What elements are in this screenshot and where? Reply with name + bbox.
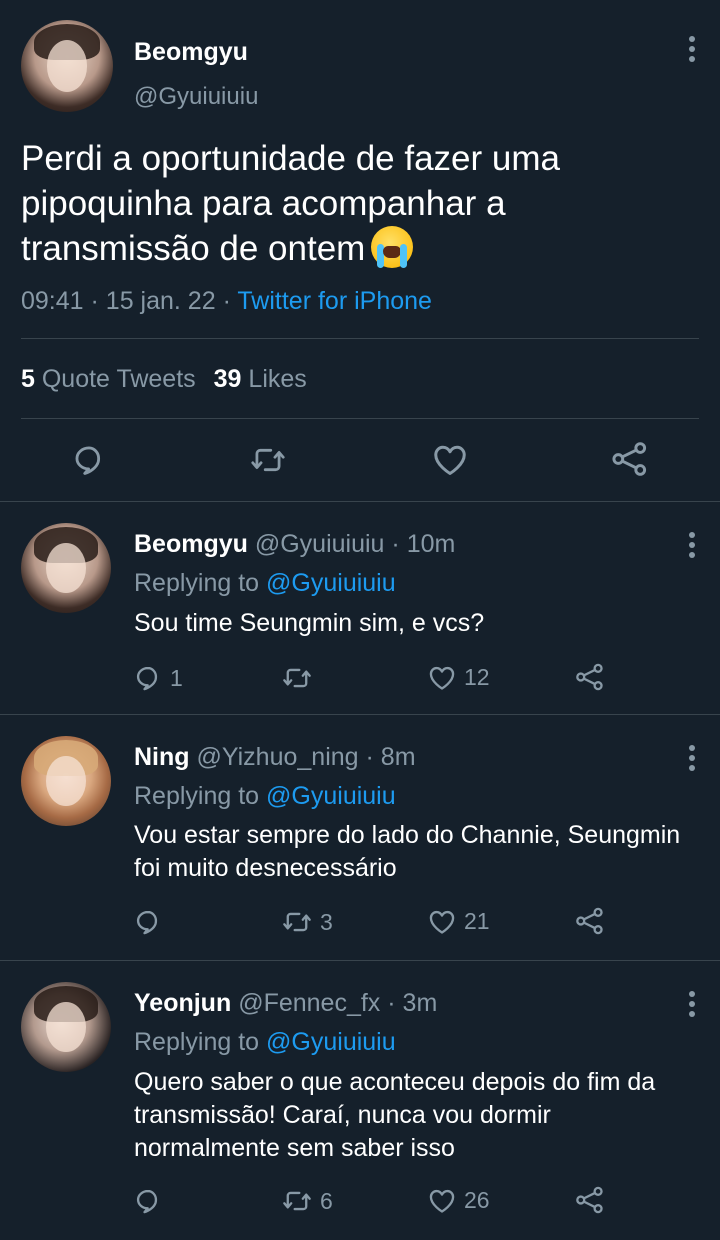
more-options-icon[interactable]	[689, 36, 695, 66]
reply-tweet[interactable]: Yeonjun @Fennec_fx · 3m Replying to @Gyu…	[0, 961, 720, 1240]
retweet-icon	[283, 668, 311, 688]
reply-text: Sou time Seungmin sim, e vcs?	[134, 609, 485, 637]
avatar-face	[46, 755, 86, 807]
user-handle[interactable]: @Gyuiuiuiu	[134, 83, 258, 111]
likes-count: 39	[213, 365, 242, 393]
retweet-action[interactable]: 3	[282, 908, 333, 936]
like-heart-icon	[429, 1189, 455, 1213]
user-handle[interactable]: @Gyuiuiuiu	[255, 530, 385, 558]
share-action[interactable]	[575, 662, 605, 692]
replying-to-label: Replying to	[134, 1028, 260, 1056]
like-action[interactable]: 21	[428, 908, 490, 935]
tweet-time: 09:41	[21, 287, 84, 315]
share-icon[interactable]	[611, 441, 649, 477]
reply-header: Beomgyu @Gyuiuiuiu · 10m	[134, 530, 455, 559]
reply-time: · 10m	[391, 530, 456, 558]
avatar-face	[46, 542, 86, 594]
divider	[21, 338, 699, 339]
meta-separator: ·	[222, 287, 231, 315]
reply-count: 1	[170, 664, 183, 691]
reply-text: Vou estar sempre do lado do Channie, Seu…	[134, 821, 681, 882]
more-options-icon[interactable]	[689, 991, 695, 1021]
reply-tweet[interactable]: Beomgyu @Gyuiuiuiu · 10m Replying to @Gy…	[0, 502, 720, 715]
tweet-source-link[interactable]: Twitter for iPhone	[237, 287, 432, 315]
share-icon	[576, 907, 603, 935]
like-count: 12	[464, 664, 490, 690]
reply-time: · 8m	[365, 743, 416, 771]
like-heart-icon	[429, 666, 455, 690]
replying-to-handle[interactable]: @Gyuiuiuiu	[266, 782, 396, 810]
retweet-action[interactable]: 6	[282, 1187, 333, 1215]
share-action[interactable]	[575, 1185, 605, 1215]
replying-to: Replying to @Gyuiuiuiu	[134, 782, 396, 811]
tweet-body: Perdi a oportunidade de fazer uma pipoqu…	[21, 139, 560, 268]
avatar-face	[46, 40, 88, 92]
retweet-action[interactable]	[282, 664, 320, 692]
more-options-icon[interactable]	[689, 745, 695, 775]
user-handle[interactable]: @Fennec_fx	[238, 989, 380, 1017]
avatar[interactable]	[21, 20, 113, 112]
reply-icon	[136, 666, 158, 691]
tweet-text: Perdi a oportunidade de fazer uma pipoqu…	[21, 136, 681, 271]
share-action[interactable]	[575, 906, 605, 936]
like-count: 21	[464, 908, 490, 934]
reply-text: Quero saber o que aconteceu depois do fi…	[134, 1068, 656, 1162]
like-action[interactable]: 26	[428, 1187, 490, 1214]
avatar-face	[46, 1001, 86, 1053]
avatar[interactable]	[21, 523, 111, 613]
reply-tweet[interactable]: Ning @Yizhuo_ning · 8m Replying to @Gyui…	[0, 715, 720, 961]
reply-action[interactable]: 1	[134, 664, 183, 692]
tweet-meta: 09:41 · 15 jan. 22 · Twitter for iPhone	[21, 287, 432, 316]
reply-header: Yeonjun @Fennec_fx · 3m	[134, 989, 437, 1018]
retweet-icon[interactable]	[250, 443, 286, 477]
quote-tweets-stat[interactable]: 5 Quote Tweets	[21, 365, 196, 393]
like-count: 26	[464, 1187, 490, 1213]
likes-label: Likes	[248, 365, 307, 393]
user-handle[interactable]: @Yizhuo_ning	[197, 743, 359, 771]
retweet-icon	[283, 1191, 311, 1211]
reply-header: Ning @Yizhuo_ning · 8m	[134, 743, 416, 772]
avatar[interactable]	[21, 982, 111, 1072]
replying-to-label: Replying to	[134, 782, 260, 810]
reply-action[interactable]	[134, 1187, 170, 1215]
meta-separator: ·	[90, 287, 99, 315]
reply-action[interactable]	[134, 908, 170, 936]
replying-to: Replying to @Gyuiuiuiu	[134, 1028, 396, 1057]
replying-to-label: Replying to	[134, 569, 260, 597]
replying-to-handle[interactable]: @Gyuiuiuiu	[266, 1028, 396, 1056]
display-name[interactable]: Beomgyu	[134, 530, 248, 558]
retweet-count: 6	[320, 1187, 333, 1214]
reply-icon[interactable]	[72, 443, 106, 477]
retweet-count: 3	[320, 908, 333, 935]
replying-to-handle[interactable]: @Gyuiuiuiu	[266, 569, 396, 597]
like-action[interactable]: 12	[428, 664, 490, 691]
quote-tweets-label: Quote Tweets	[41, 365, 196, 393]
likes-stat[interactable]: 39 Likes	[214, 365, 307, 393]
share-icon	[576, 1186, 603, 1214]
loudly-crying-face-emoji-icon	[371, 226, 414, 268]
main-tweet: Beomgyu @Gyuiuiuiu Perdi a oportunidade …	[0, 0, 720, 502]
display-name[interactable]: Beomgyu	[134, 38, 248, 67]
tweet-stats: 5 Quote Tweets 39 Likes	[21, 365, 307, 394]
replying-to: Replying to @Gyuiuiuiu	[134, 569, 396, 598]
retweet-icon	[283, 912, 311, 932]
reply-icon	[136, 1189, 158, 1214]
tweet-date: 15 jan. 22	[105, 287, 216, 315]
avatar[interactable]	[21, 736, 111, 826]
reply-time: · 3m	[387, 989, 438, 1017]
like-heart-icon[interactable]	[432, 443, 468, 477]
reply-icon	[136, 910, 158, 935]
quote-tweets-count: 5	[21, 365, 35, 393]
display-name[interactable]: Yeonjun	[134, 989, 231, 1017]
share-icon	[576, 663, 603, 691]
divider	[21, 418, 699, 419]
more-options-icon[interactable]	[689, 532, 695, 562]
like-heart-icon	[429, 910, 455, 934]
display-name[interactable]: Ning	[134, 743, 190, 771]
